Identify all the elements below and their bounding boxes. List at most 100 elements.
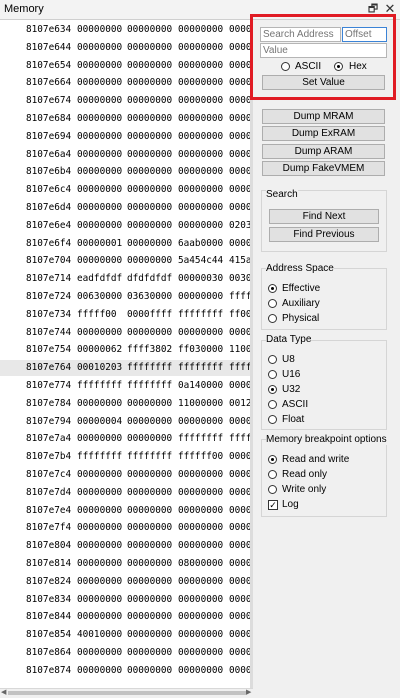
memory-value[interactable]: 00000000 <box>77 645 122 661</box>
memory-value[interactable]: 0000 <box>229 574 250 590</box>
memory-value[interactable]: 00000000 <box>127 111 172 127</box>
memory-value[interactable]: ffffffff <box>127 449 172 465</box>
memory-value[interactable]: ffffffff <box>178 307 223 323</box>
memory-value[interactable]: 0000 <box>229 467 250 483</box>
memory-value[interactable]: 0000 <box>229 592 250 608</box>
memory-value[interactable]: 00000000 <box>77 58 122 74</box>
memory-value[interactable]: 00000000 <box>178 467 223 483</box>
memory-value[interactable]: 0000 <box>229 609 250 625</box>
memory-row[interactable]: 8107e654 00000000 00000000 00000000 0000 <box>0 58 250 74</box>
memory-view[interactable]: 8107e634 00000000 00000000 00000000 0000 8107… <box>0 20 251 688</box>
memory-value[interactable]: 0000 <box>229 556 250 572</box>
memory-value[interactable]: 0000 <box>229 663 250 679</box>
memory-row[interactable]: 8107e7f4 00000000 00000000 00000000 0000 <box>0 520 250 536</box>
memory-value[interactable]: 0000 <box>229 485 250 501</box>
memory-value[interactable]: dfdfdfdf <box>127 271 172 287</box>
memory-value[interactable]: 00000000 <box>127 467 172 483</box>
memory-value[interactable]: 00000000 <box>127 592 172 608</box>
memory-value[interactable]: 00000000 <box>178 574 223 590</box>
memory-value[interactable]: 0000 <box>229 378 250 394</box>
dump-mram-button[interactable]: Dump MRAM <box>262 109 385 124</box>
memory-value[interactable]: 00000000 <box>77 609 122 625</box>
memory-value[interactable]: 00000000 <box>77 663 122 679</box>
memory-value[interactable]: 00000030 <box>178 271 223 287</box>
memory-value[interactable]: 0012 <box>229 396 250 412</box>
address-space-radio-physical[interactable] <box>268 314 277 323</box>
memory-value[interactable]: 00000000 <box>77 182 122 198</box>
memory-row[interactable]: 8107e724 00630000 03630000 00000000 ffff <box>0 289 250 305</box>
memory-row[interactable]: 8107e744 00000000 00000000 00000000 0000 <box>0 325 250 341</box>
memory-value[interactable]: 00000000 <box>178 182 223 198</box>
memory-value[interactable]: 0000 <box>229 75 250 91</box>
memory-value[interactable]: 00000000 <box>127 520 172 536</box>
memory-value[interactable]: 00000000 <box>77 40 122 56</box>
memory-value[interactable]: 00000000 <box>178 663 223 679</box>
memory-value[interactable]: 0000 <box>229 182 250 198</box>
memory-value[interactable]: 00000000 <box>77 129 122 145</box>
hex-radio[interactable] <box>334 62 343 71</box>
memory-value[interactable]: 00000000 <box>178 609 223 625</box>
data-type-radio-ascii[interactable] <box>268 400 277 409</box>
memory-value[interactable]: 0000 <box>229 645 250 661</box>
memory-value[interactable]: 0000 <box>229 93 250 109</box>
memory-value[interactable]: 00000000 <box>127 574 172 590</box>
memory-row[interactable]: 8107e834 00000000 00000000 00000000 0000 <box>0 592 250 608</box>
memory-value[interactable]: 00000000 <box>77 396 122 412</box>
memory-value[interactable]: 00000000 <box>178 645 223 661</box>
memory-value[interactable]: 00000000 <box>178 592 223 608</box>
memory-row[interactable]: 8107e6c4 00000000 00000000 00000000 0000 <box>0 182 250 198</box>
data-type-radio-u16[interactable] <box>268 370 277 379</box>
memory-value[interactable]: ffff <box>229 431 250 447</box>
data-type-radio-u32[interactable] <box>268 385 277 394</box>
memory-row[interactable]: 8107e854 40010000 00000000 00000000 0000 <box>0 627 250 643</box>
memory-value[interactable]: 0000 <box>229 22 250 38</box>
memory-value[interactable]: 00000000 <box>77 520 122 536</box>
memory-row[interactable]: 8107e694 00000000 00000000 00000000 0000 <box>0 129 250 145</box>
memory-value[interactable]: 00000000 <box>178 520 223 536</box>
find-previous-button[interactable]: Find Previous <box>269 227 379 242</box>
memory-row[interactable]: 8107e7d4 00000000 00000000 00000000 0000 <box>0 485 250 501</box>
memory-value[interactable]: 00000000 <box>178 93 223 109</box>
memory-value[interactable]: 00000000 <box>127 200 172 216</box>
memory-row[interactable]: 8107e774 ffffffff ffffffff 0a140000 0000 <box>0 378 250 394</box>
data-type-radio-float[interactable] <box>268 415 277 424</box>
memory-value[interactable]: 00000000 <box>77 538 122 554</box>
memory-value[interactable]: 00000062 <box>77 342 122 358</box>
memory-value[interactable]: 00000000 <box>77 218 122 234</box>
memory-value[interactable]: eadfdfdf <box>77 271 122 287</box>
memory-value[interactable]: 0000 <box>229 236 250 252</box>
scroll-right-icon[interactable]: ▶ <box>246 688 251 696</box>
data-type-radio-u8[interactable] <box>268 355 277 364</box>
memory-value[interactable]: ff00 <box>229 307 250 323</box>
memory-value[interactable]: 00000000 <box>77 75 122 91</box>
memory-value[interactable]: 00000000 <box>77 503 122 519</box>
memory-value[interactable]: ffff <box>229 360 250 376</box>
memory-row[interactable]: 8107e794 00000004 00000000 00000000 0000 <box>0 414 250 430</box>
memory-row[interactable]: 8107e684 00000000 00000000 00000000 0000 <box>0 111 250 127</box>
memory-value[interactable]: 00000000 <box>178 503 223 519</box>
memory-value[interactable]: ff030000 <box>178 342 223 358</box>
memory-value[interactable]: 00000000 <box>77 111 122 127</box>
memory-value[interactable]: ffffffff <box>127 378 172 394</box>
memory-value[interactable]: ffffffff <box>77 449 122 465</box>
memory-row[interactable]: 8107e634 00000000 00000000 00000000 0000 <box>0 22 250 38</box>
memory-row[interactable]: 8107e6a4 00000000 00000000 00000000 0000 <box>0 147 250 163</box>
memory-value[interactable]: 00000000 <box>178 129 223 145</box>
memory-value[interactable]: 40010000 <box>77 627 122 643</box>
memory-value[interactable]: 0000 <box>229 449 250 465</box>
memory-value[interactable]: 00000000 <box>127 236 172 252</box>
memory-value[interactable]: 5a454c44 <box>178 253 223 269</box>
dump-exram-button[interactable]: Dump ExRAM <box>262 126 385 141</box>
memory-value[interactable]: 00000000 <box>77 592 122 608</box>
memory-value[interactable]: 00000000 <box>127 129 172 145</box>
memory-value[interactable]: 00000000 <box>178 164 223 180</box>
memory-value[interactable]: 00000000 <box>77 325 122 341</box>
memory-row[interactable]: 8107e6f4 00000001 00000000 6aab0000 0000 <box>0 236 250 252</box>
memory-value[interactable]: 00000000 <box>127 22 172 38</box>
memory-value[interactable]: 1100 <box>229 342 250 358</box>
memory-row[interactable]: 8107e714 eadfdfdf dfdfdfdf 00000030 0030 <box>0 271 250 287</box>
memory-value[interactable]: 00000000 <box>77 93 122 109</box>
memory-value[interactable]: 00000000 <box>178 218 223 234</box>
memory-row[interactable]: 8107e734 fffff00 0000ffff ffffffff ff00 <box>0 307 250 323</box>
memory-row[interactable]: 8107e814 00000000 00000000 08000000 0000 <box>0 556 250 572</box>
